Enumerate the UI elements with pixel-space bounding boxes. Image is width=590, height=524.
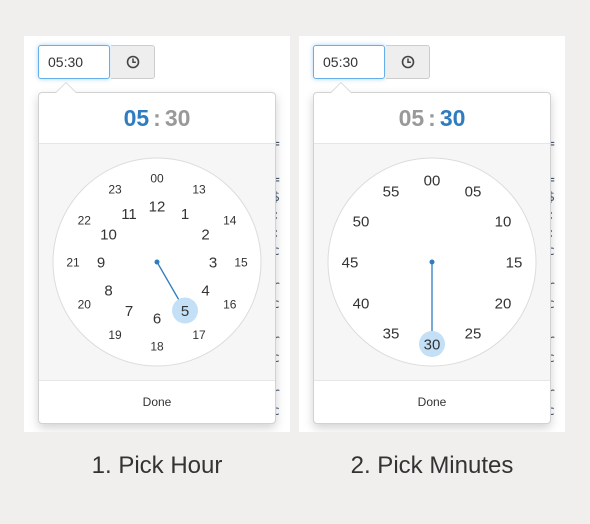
hour-tick-inner[interactable]: 11 bbox=[121, 206, 137, 223]
minute-display[interactable]: 30 bbox=[163, 105, 193, 132]
hour-dial[interactable]: 00131415161718192021222312 1234567891011 bbox=[39, 144, 275, 380]
clock-dial-area: 00 05 10 15 20 25 30 35 40 45 50 55 bbox=[314, 144, 550, 381]
time-separator: : bbox=[428, 104, 436, 131]
hour-tick-inner[interactable]: 9 bbox=[97, 254, 105, 271]
minute-tick[interactable]: 15 bbox=[506, 254, 523, 271]
minute-tick[interactable]: 45 bbox=[342, 254, 359, 271]
hour-tick-outer[interactable]: 14 bbox=[223, 213, 237, 227]
clockpicker-popover: 05 : 30 00 13 14 15 16 17 18 19 20 21 22 23 12 1 2 3 4 5 6… bbox=[38, 82, 276, 424]
hour-tick-outer[interactable]: 23 bbox=[108, 183, 122, 197]
done-button[interactable]: Done bbox=[39, 381, 275, 423]
clock-center-dot bbox=[154, 259, 160, 265]
hour-tick-outer[interactable]: 15 bbox=[234, 255, 248, 269]
time-input[interactable] bbox=[38, 45, 110, 79]
step-caption: 2. Pick Minutes bbox=[350, 452, 514, 479]
step-caption: 1. Pick Hour bbox=[91, 452, 223, 479]
minute-tick[interactable]: 55 bbox=[383, 183, 400, 200]
hour-tick-outer[interactable]: 19 bbox=[108, 328, 122, 342]
hour-display[interactable]: 05 bbox=[397, 105, 427, 132]
done-button[interactable]: Done bbox=[314, 381, 550, 423]
hour-display[interactable]: 05 bbox=[122, 105, 152, 132]
minute-tick[interactable]: 25 bbox=[465, 325, 482, 342]
clock-addon-button[interactable] bbox=[386, 45, 430, 79]
time-display: 05 : 30 bbox=[314, 93, 550, 144]
hour-tick-outer[interactable]: 13 bbox=[192, 183, 206, 197]
minute-display[interactable]: 30 bbox=[438, 105, 468, 132]
hour-tick-outer[interactable]: 16 bbox=[223, 297, 237, 311]
hour-tick-outer[interactable]: 18 bbox=[150, 339, 164, 353]
minute-tick[interactable]: 20 bbox=[495, 295, 512, 312]
time-input[interactable] bbox=[313, 45, 385, 79]
hour-tick-inner[interactable]: 1 bbox=[181, 206, 189, 223]
clock-addon-button[interactable] bbox=[111, 45, 155, 79]
minute-tick[interactable]: 10 bbox=[495, 213, 512, 230]
minute-picker-panel: = = $ : : c r c r c r c r 05 : 30 000510… bbox=[299, 36, 565, 432]
hour-tick-inner[interactable]: 4 bbox=[201, 282, 209, 299]
minute-tick[interactable]: 05 bbox=[465, 183, 482, 200]
minute-tick[interactable]: 35 bbox=[383, 325, 400, 342]
clock-icon bbox=[401, 55, 414, 69]
minute-tick[interactable]: 50 bbox=[353, 213, 370, 230]
time-display: 05 : 30 bbox=[39, 93, 275, 144]
hour-tick-inner[interactable]: 7 bbox=[125, 303, 133, 320]
minute-tick[interactable]: 40 bbox=[353, 295, 370, 312]
clock-dial-area: 00 13 14 15 16 17 18 19 20 21 22 23 12 1 2 3 4 5 6 7 8 9 10 11 bbox=[39, 144, 275, 381]
minute-dial[interactable]: 00 05 10 15 20 25 30 35 40 45 50 55 bbox=[314, 144, 550, 380]
hour-tick-inner[interactable]: 6 bbox=[153, 310, 161, 327]
time-separator: : bbox=[153, 104, 161, 131]
hour-picker-panel: = = $ : : c r c r c r c r 05 : 30 001314… bbox=[24, 36, 290, 432]
minute-tick[interactable]: 00 bbox=[424, 172, 441, 189]
clockpicker-popover: 05 : 30 00 05 10 15 20 25 30 35 40 45 50 55 Done bbox=[313, 82, 551, 424]
hour-tick-inner[interactable]: 8 bbox=[104, 282, 112, 299]
hour-tick-inner[interactable]: 12 bbox=[149, 198, 166, 215]
hour-tick-outer[interactable]: 22 bbox=[78, 213, 92, 227]
hour-tick-inner[interactable]: 10 bbox=[100, 226, 117, 243]
clock-icon bbox=[126, 55, 139, 69]
clock-center-dot bbox=[429, 259, 435, 265]
hour-tick-outer[interactable]: 00 bbox=[150, 171, 164, 185]
hour-tick-inner[interactable]: 5 bbox=[181, 303, 189, 320]
hour-tick-outer[interactable]: 17 bbox=[192, 328, 206, 342]
hour-tick-inner[interactable]: 3 bbox=[209, 254, 217, 271]
hour-tick-inner[interactable]: 2 bbox=[201, 226, 209, 243]
minute-tick[interactable]: 30 bbox=[424, 336, 441, 353]
hour-tick-outer[interactable]: 20 bbox=[78, 297, 92, 311]
hour-tick-outer[interactable]: 21 bbox=[66, 255, 80, 269]
